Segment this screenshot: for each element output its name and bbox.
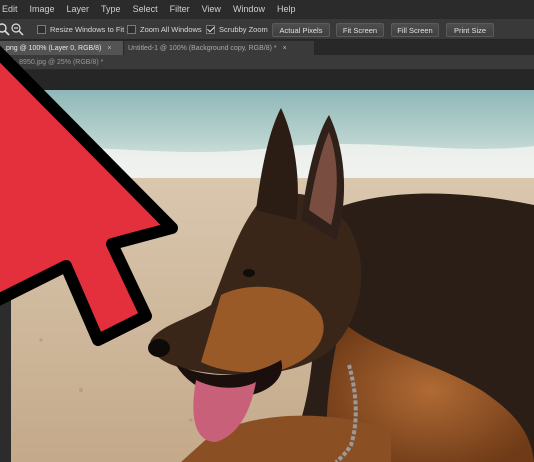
resize-windows-box[interactable] [37, 25, 46, 34]
menu-window[interactable]: Window [227, 0, 271, 18]
menu-edit[interactable]: Edit [0, 0, 24, 18]
close-icon[interactable]: × [283, 45, 287, 52]
dog-eye [243, 269, 255, 277]
print-size-button[interactable]: Print Size [446, 23, 494, 37]
menu-view[interactable]: View [196, 0, 227, 18]
actual-pixels-button[interactable]: Actual Pixels [272, 23, 330, 37]
zoom-all-label: Zoom All Windows [140, 25, 202, 34]
options-bar: Resize Windows to Fit Zoom All Windows S… [0, 18, 534, 40]
scrubby-zoom-label: Scrubby Zoom [219, 25, 268, 34]
resize-windows-checkbox[interactable]: Resize Windows to Fit [37, 25, 124, 34]
menu-select[interactable]: Select [127, 0, 164, 18]
zoom-all-checkbox[interactable]: Zoom All Windows [127, 25, 202, 34]
fit-screen-button[interactable]: Fit Screen [336, 23, 384, 37]
menu-bar: Edit Image Layer Type Select Filter View… [0, 0, 534, 18]
scrubby-zoom-box[interactable] [206, 25, 215, 34]
scrubby-zoom-checkbox[interactable]: Scrubby Zoom [206, 25, 268, 34]
resize-windows-label: Resize Windows to Fit [50, 25, 125, 34]
menu-filter[interactable]: Filter [164, 0, 196, 18]
fill-screen-button[interactable]: Fill Screen [391, 23, 439, 37]
menu-type[interactable]: Type [95, 0, 127, 18]
zoom-all-box[interactable] [127, 25, 136, 34]
menu-image[interactable]: Image [24, 0, 61, 18]
zoom-out-icon[interactable] [10, 22, 25, 37]
menu-layer[interactable]: Layer [61, 0, 96, 18]
red-pointer-arrow-icon [0, 45, 178, 346]
menu-help[interactable]: Help [271, 0, 302, 18]
